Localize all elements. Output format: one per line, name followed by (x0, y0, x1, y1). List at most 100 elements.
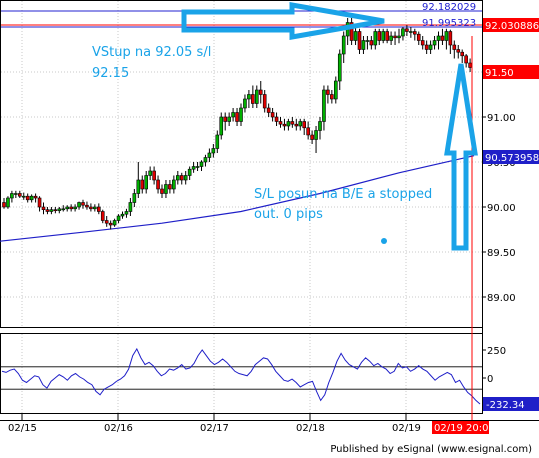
candle-down (108, 222, 113, 226)
candle-up (397, 35, 401, 39)
footer-credit: Published by eSignal (www.esignal.com) (0, 444, 539, 458)
candle-up (120, 213, 125, 217)
candle-up (341, 35, 346, 55)
candle-down (25, 195, 30, 201)
candle-up (73, 206, 77, 210)
candle-up (227, 116, 231, 122)
x-tick-label: 02/16 (104, 423, 133, 434)
candle-up (136, 179, 141, 194)
candle-down (97, 206, 101, 212)
candle-down (416, 33, 421, 41)
candle-up (219, 116, 224, 136)
footer-text: Published by eSignal (www.esignal.com) (330, 444, 532, 455)
candle-down (448, 31, 453, 46)
candle-up (144, 175, 148, 190)
candle-up (231, 112, 235, 118)
osc-value-label: -232.34 (486, 400, 525, 411)
candle-up (239, 107, 243, 122)
candle-down (258, 89, 263, 95)
candle-up (199, 161, 204, 167)
candle-up (255, 89, 259, 104)
candle-up (337, 53, 342, 82)
candle-down (168, 184, 172, 190)
candle-up (172, 179, 176, 190)
candle-down (326, 89, 330, 95)
candle-down (53, 209, 58, 211)
marker-dot (381, 238, 387, 244)
candle-up (191, 166, 196, 170)
annotation-stop-line2: out. 0 pips (254, 207, 323, 222)
candle-down (270, 112, 275, 118)
candle-up (436, 35, 441, 41)
candle-up (401, 28, 405, 37)
candle-up (116, 215, 121, 221)
annotation-entry-line2: 92.15 (92, 66, 129, 81)
candle-up (124, 211, 129, 215)
candle-down (357, 31, 362, 50)
level-label-lower: 91.995323 (422, 18, 476, 29)
candle-down (310, 134, 314, 140)
candle-down (290, 121, 295, 125)
candle-up (29, 195, 34, 201)
candle-down (152, 170, 156, 181)
candle-down (330, 94, 334, 100)
candle-up (57, 208, 62, 211)
annotation-entry-line1: VStup na 92.05 s/l (92, 45, 211, 60)
candle-up (164, 184, 168, 194)
price-tag-label: 90.573958 (485, 153, 539, 164)
candle-down (294, 123, 299, 127)
candle-down (424, 44, 429, 50)
level-label-upper: 92.182029 (422, 2, 476, 13)
candle-down (278, 121, 283, 125)
candle-down (369, 40, 374, 46)
candle-up (195, 166, 200, 168)
y-tick-label: 90.00 (487, 203, 516, 214)
candle-up (65, 206, 69, 210)
candle-down (85, 204, 89, 208)
candle-down (89, 206, 93, 210)
candle-down (251, 94, 255, 104)
candle-up (365, 40, 370, 42)
candle-up (428, 44, 433, 50)
y-tick-label: 89.00 (487, 293, 516, 304)
candle-up (203, 157, 208, 163)
candle-down (385, 31, 389, 41)
candle-up (207, 152, 212, 158)
candle-down (262, 94, 267, 109)
candle-down (456, 49, 461, 53)
x-tick-label: 02/19 (392, 423, 421, 434)
candle-up (215, 134, 220, 149)
candle-down (235, 112, 239, 122)
candle-down (2, 202, 6, 208)
candle-down (33, 195, 38, 199)
candle-up (93, 206, 97, 210)
candle-up (132, 193, 137, 203)
chart-canvas: VStup na 92.05 s/l 92.15 S/L posun na B/… (0, 0, 539, 444)
y-tick-label: 91.00 (487, 113, 516, 124)
candle-down (302, 121, 307, 129)
candle-down (17, 193, 22, 197)
price-tag-label: 91.50 (485, 68, 514, 79)
candle-up (286, 121, 291, 127)
candle-up (176, 175, 180, 181)
candle-up (409, 31, 413, 33)
candle-down (306, 127, 310, 136)
candle-down (41, 206, 46, 211)
x-tick-label: 02/15 (8, 423, 37, 434)
candle-up (61, 208, 66, 211)
candle-down (464, 55, 468, 64)
candle-down (412, 31, 417, 35)
candle-up (243, 98, 247, 109)
candle-down (274, 116, 279, 122)
candle-up (298, 121, 303, 127)
candle-down (100, 211, 105, 221)
candle-up (389, 35, 393, 41)
candle-down (393, 35, 397, 39)
y-tick-label: 89.50 (487, 248, 516, 259)
candle-down (223, 116, 227, 122)
candle-up (322, 89, 326, 122)
candle-down (452, 44, 457, 50)
candle-up (49, 209, 54, 212)
candle-down (179, 175, 184, 181)
candle-down (377, 31, 382, 41)
